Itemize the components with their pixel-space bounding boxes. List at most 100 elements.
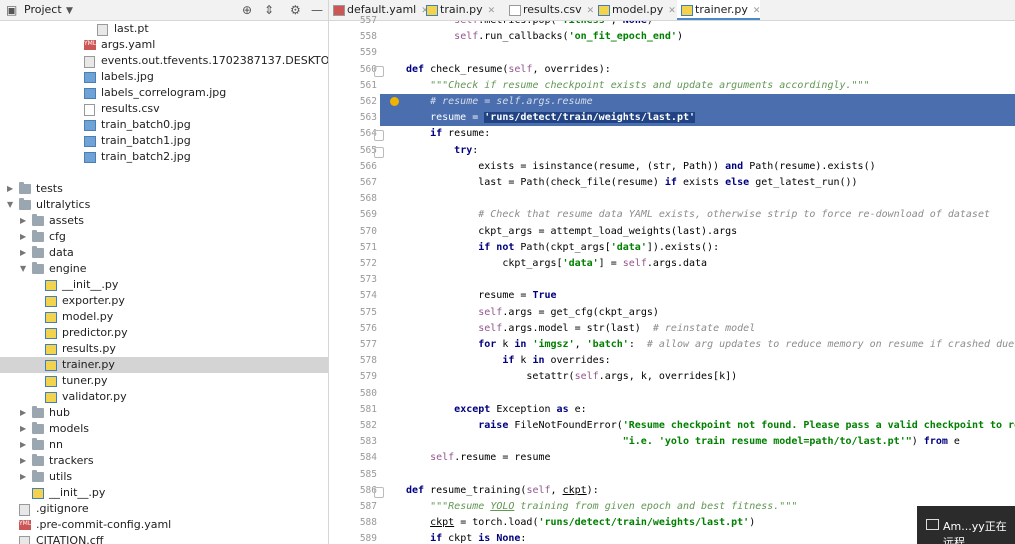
close-tab-icon[interactable]: ✕ [753,6,761,16]
editor-tab[interactable]: train.py ✕ [422,0,495,20]
tree-folder-item[interactable]: ▶ models [0,421,328,437]
tree-file-item[interactable]: train_batch0.jpg [0,117,328,133]
tree-file-item[interactable]: CITATION.cff [0,533,328,544]
tree-file-item[interactable]: trainer.py [0,357,328,373]
code-line[interactable]: raise FileNotFoundError('Resume checkpoi… [380,418,1015,434]
project-panel-title[interactable]: Project [24,3,62,16]
code-line-selected[interactable]: # resume = self.args.resume [380,94,1015,110]
code-line[interactable]: except Exception as e: [380,402,1015,418]
close-tab-icon[interactable]: ✕ [668,6,676,16]
code-line[interactable]: try: [380,143,1015,159]
editor-tab[interactable]: results.csv ✕ [505,0,594,20]
code-line[interactable] [380,272,1015,288]
tree-file-item[interactable]: validator.py [0,389,328,405]
chevron-right-icon[interactable]: ▶ [20,405,30,421]
code-editor[interactable]: self.metrics.pop('fitness', None) self.r… [380,21,1015,544]
tree-folder-item[interactable]: ▶ cfg [0,229,328,245]
tree-file-item[interactable]: last.pt [0,21,328,37]
code-token: ckpt [562,484,587,496]
folder-icon [19,198,31,210]
tree-file-item[interactable]: __init__.py [0,277,328,293]
code-line[interactable]: def check_resume(self, overrides): [380,62,1015,78]
code-line[interactable] [380,45,1015,61]
editor-tab[interactable]: trainer.py ✕ [677,0,761,20]
tree-file-item[interactable]: labels.jpg [0,69,328,85]
tree-folder-item[interactable]: ▶ data [0,245,328,261]
code-line[interactable]: self.run_callbacks('on_fit_epoch_end') [380,29,1015,45]
tree-file-item[interactable]: .gitignore [0,501,328,517]
chevron-right-icon[interactable]: ▶ [20,453,30,469]
tree-file-item[interactable]: labels_correlogram.jpg [0,85,328,101]
minimize-icon[interactable]: — [311,3,323,17]
code-line[interactable]: self.metrics.pop('fitness', None) [380,21,1015,29]
chevron-right-icon[interactable]: ▶ [20,245,30,261]
tree-folder-item[interactable]: ▶ tests [0,181,328,197]
code-token: Path(ckpt_args[ [520,241,611,253]
tree-file-item[interactable]: YML args.yaml [0,37,328,53]
code-line-selected[interactable]: resume = 'runs/detect/train/weights/last… [380,110,1015,127]
tree-folder-item[interactable]: ▼ ultralytics [0,197,328,213]
locate-icon[interactable]: ⊕ [242,3,252,17]
monitor-icon [926,519,939,530]
collapse-all-icon[interactable]: ⇕ [264,3,274,17]
code-line[interactable]: last = Path(check_file(resume) if exists… [380,175,1015,191]
chevron-right-icon[interactable]: ▶ [20,421,30,437]
code-line[interactable]: ckpt_args['data'] = self.args.data [380,256,1015,272]
tree-file-item[interactable]: train_batch1.jpg [0,133,328,149]
code-line[interactable]: self.resume = resume [380,450,1015,466]
lightbulb-icon[interactable] [390,97,399,106]
tree-file-item[interactable]: YML .pre-commit-config.yaml [0,517,328,533]
chevron-right-icon[interactable]: ▶ [20,437,30,453]
code-line[interactable]: ckpt_args = attempt_load_weights(last).a… [380,224,1015,240]
chevron-right-icon[interactable]: ▶ [20,469,30,485]
chevron-down-icon[interactable]: ▼ [7,197,17,213]
tree-file-item[interactable]: tuner.py [0,373,328,389]
tree-folder-item[interactable]: ▶ utils [0,469,328,485]
tree-file-item[interactable]: __init__.py [0,485,328,501]
tree-folder-item[interactable]: ▼ engine [0,261,328,277]
chevron-right-icon[interactable]: ▶ [20,229,30,245]
code-line[interactable]: exists = isinstance(resume, (str, Path))… [380,159,1015,175]
tree-folder-item[interactable]: ▶ trackers [0,453,328,469]
code-line[interactable]: """Check if resume checkpoint exists and… [380,78,1015,94]
code-line[interactable]: # Check that resume data YAML exists, ot… [380,207,1015,223]
tree-file-item[interactable]: train_batch2.jpg [0,149,328,165]
tree-folder-item[interactable]: ▶ hub [0,405,328,421]
tree-item-label: cfg [49,230,66,243]
code-line[interactable]: if not Path(ckpt_args['data']).exists(): [380,240,1015,256]
chevron-right-icon[interactable]: ▶ [20,213,30,229]
tree-file-item[interactable]: results.csv [0,101,328,117]
code-line[interactable] [380,191,1015,207]
chevron-down-icon[interactable]: ▼ [66,4,73,18]
chevron-down-icon[interactable]: ▼ [20,261,30,277]
close-tab-icon[interactable]: ✕ [488,6,496,16]
code-line[interactable]: resume = True [380,288,1015,304]
tree-file-item[interactable]: model.py [0,309,328,325]
code-token: self [478,306,503,318]
code-line[interactable]: self.args = get_cfg(ckpt_args) [380,305,1015,321]
code-line[interactable]: "i.e. 'yolo train resume model=path/to/l… [380,434,1015,450]
code-line[interactable]: if k in overrides: [380,353,1015,369]
code-line[interactable]: def resume_training(self, ckpt): [380,483,1015,499]
tree-folder-item[interactable]: ▶ assets [0,213,328,229]
code-line[interactable]: self.args.model = str(last) # reinstate … [380,321,1015,337]
editor-tab[interactable]: model.py ✕ [594,0,676,20]
chevron-right-icon[interactable]: ▶ [7,181,17,197]
tree-file-item[interactable]: results.py [0,341,328,357]
code-line[interactable]: for k in 'imgsz', 'batch': # allow arg u… [380,337,1015,353]
code-line[interactable]: setattr(self.args, k, overrides[k]) [380,369,1015,385]
remote-notification[interactable]: Am...yy正在远程 [917,506,1015,544]
code-line[interactable] [380,386,1015,402]
tree-item-label: engine [49,262,87,275]
gear-icon[interactable]: ⚙ [290,3,301,17]
tree-file-item[interactable]: exporter.py [0,293,328,309]
tree-file-item[interactable]: events.out.tfevents.1702387137.DESKTOP-E… [0,53,328,69]
code-line[interactable] [380,467,1015,483]
tree-file-item[interactable]: predictor.py [0,325,328,341]
tree-folder-item[interactable]: ▶ nn [0,437,328,453]
code-token: if not [478,241,521,253]
code-line[interactable]: if resume: [380,126,1015,142]
